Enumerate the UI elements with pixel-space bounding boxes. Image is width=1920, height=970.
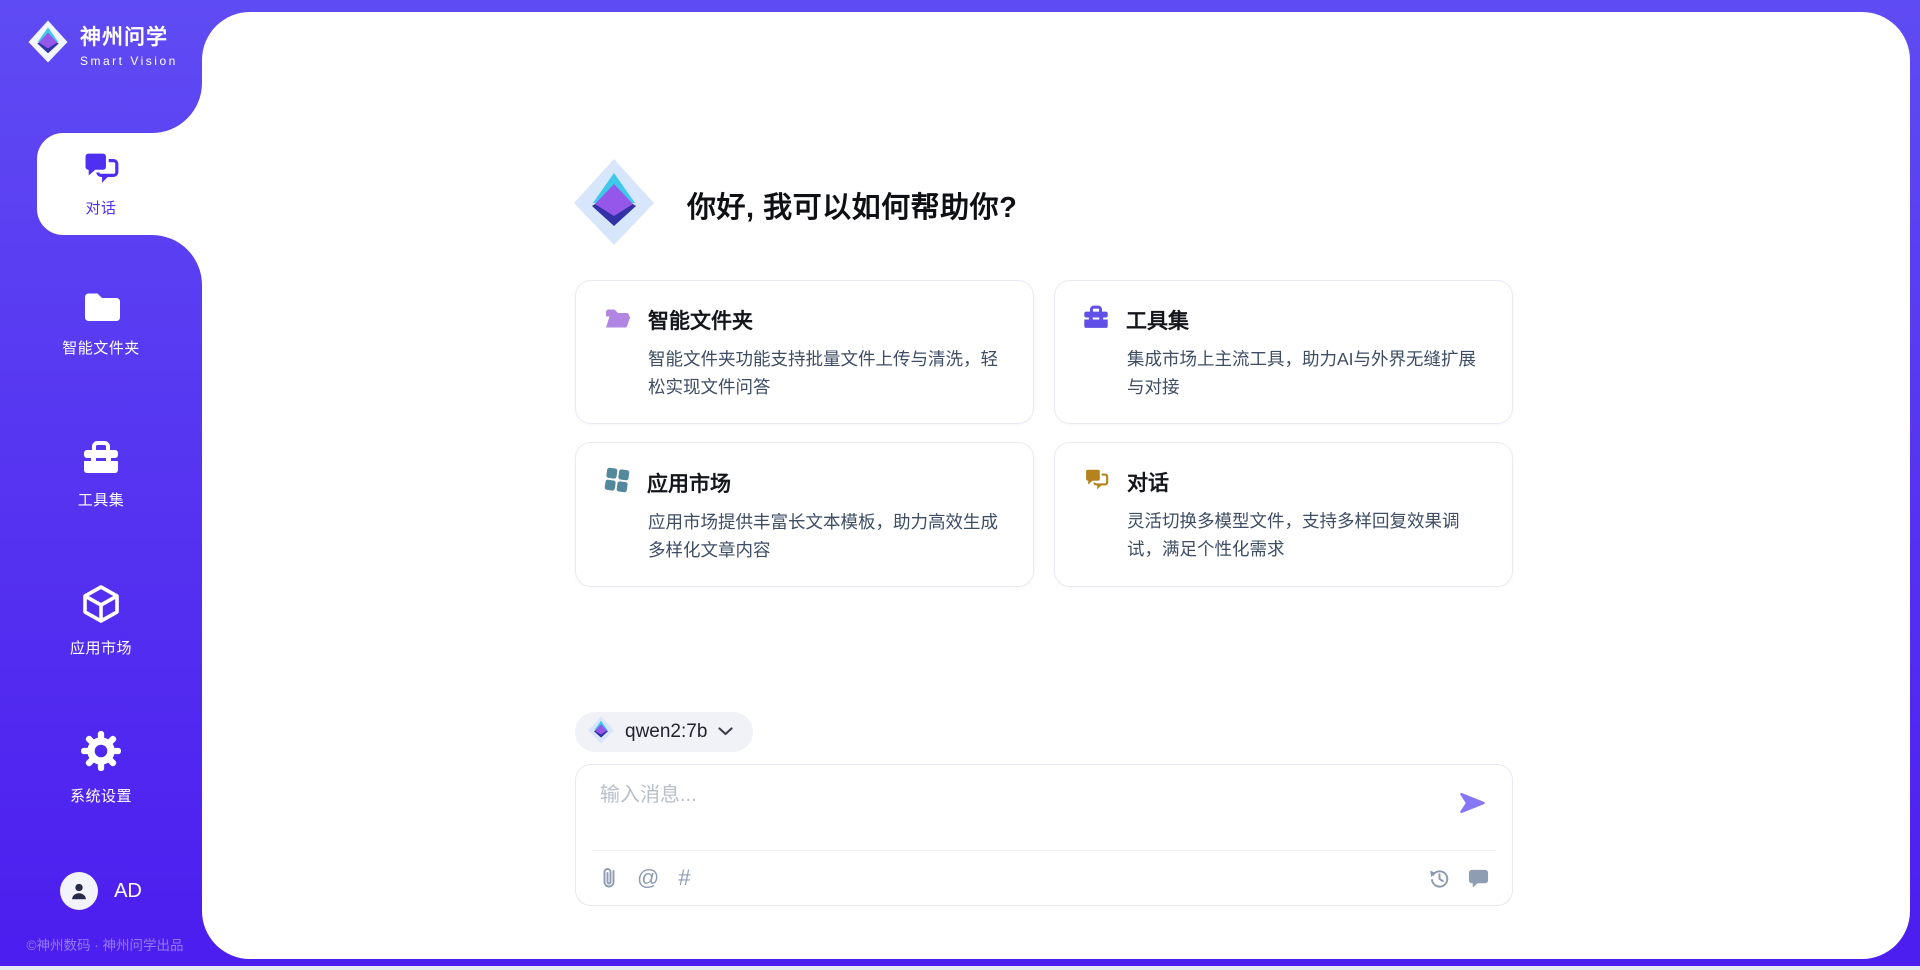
composer-toolbar: @ # bbox=[600, 851, 1490, 905]
sidebar-footer: ©神州数码 · 神州问学出品 bbox=[0, 934, 210, 954]
chat-icon bbox=[1083, 467, 1110, 497]
sidebar-item-toolset[interactable]: 工具集 bbox=[0, 440, 202, 510]
hashtag-icon[interactable]: # bbox=[678, 867, 690, 889]
folder-icon bbox=[81, 288, 121, 328]
brand-logo-gem-icon bbox=[28, 20, 68, 68]
sidebar-item-label: 对话 bbox=[85, 197, 116, 218]
send-icon[interactable] bbox=[1459, 791, 1486, 820]
folder-open-icon bbox=[604, 306, 631, 335]
card-description: 灵活切换多模型文件，支持多样回复效果调试，满足个性化需求 bbox=[1127, 507, 1488, 563]
model-selector[interactable]: qwen2:7b bbox=[575, 712, 753, 752]
card-description: 智能文件夹功能支持批量文件上传与清洗，轻松实现文件问答 bbox=[648, 345, 1009, 401]
model-gem-icon bbox=[588, 716, 614, 749]
message-composer: @ # bbox=[575, 764, 1513, 906]
mention-icon[interactable]: @ bbox=[637, 867, 659, 889]
sidebar-item-label: 系统设置 bbox=[70, 785, 132, 806]
sidebar-item-label: 智能文件夹 bbox=[62, 337, 140, 358]
bottom-edge-strip bbox=[0, 966, 1920, 970]
card-title: 工具集 bbox=[1126, 305, 1189, 335]
card-title: 智能文件夹 bbox=[648, 305, 753, 335]
card-chat[interactable]: 对话 灵活切换多模型文件，支持多样回复效果调试，满足个性化需求 bbox=[1054, 442, 1513, 587]
sidebar-item-smart-folder[interactable]: 智能文件夹 bbox=[0, 288, 202, 358]
card-smart-folder[interactable]: 智能文件夹 智能文件夹功能支持批量文件上传与清洗，轻松实现文件问答 bbox=[575, 280, 1034, 424]
tab-scoop-top bbox=[152, 83, 202, 133]
tab-scoop-bottom bbox=[152, 235, 202, 285]
chat-icon bbox=[81, 150, 121, 190]
gear-icon bbox=[80, 730, 122, 776]
grid-icon bbox=[604, 467, 630, 498]
avatar bbox=[60, 872, 98, 910]
card-description: 应用市场提供丰富长文本模板，助力高效生成多样化文章内容 bbox=[648, 508, 1009, 564]
card-title: 对话 bbox=[1127, 467, 1169, 497]
toolbox-icon bbox=[1083, 305, 1109, 335]
chevron-down-icon bbox=[718, 723, 733, 741]
message-input[interactable] bbox=[600, 778, 1442, 840]
sidebar-item-label: 应用市场 bbox=[70, 637, 132, 658]
sidebar-item-app-market[interactable]: 应用市场 bbox=[0, 584, 202, 658]
model-name: qwen2:7b bbox=[625, 721, 707, 743]
card-app-market[interactable]: 应用市场 应用市场提供丰富长文本模板，助力高效生成多样化文章内容 bbox=[575, 442, 1034, 587]
user-account[interactable]: AD bbox=[0, 872, 202, 910]
assistant-gem-icon bbox=[573, 158, 655, 251]
sidebar-item-label: 工具集 bbox=[78, 489, 125, 510]
sidebar-item-chat[interactable]: 对话 bbox=[0, 133, 202, 235]
brand-name: 神州问学 bbox=[80, 21, 178, 51]
user-name: AD bbox=[114, 880, 142, 903]
cube-icon bbox=[81, 584, 121, 628]
card-toolset[interactable]: 工具集 集成市场上主流工具，助力AI与外界无缝扩展与对接 bbox=[1054, 280, 1513, 424]
card-description: 集成市场上主流工具，助力AI与外界无缝扩展与对接 bbox=[1127, 345, 1488, 401]
sidebar-item-settings[interactable]: 系统设置 bbox=[0, 730, 202, 806]
history-icon[interactable] bbox=[1428, 867, 1451, 890]
card-title: 应用市场 bbox=[647, 468, 731, 498]
feature-cards: 智能文件夹 智能文件夹功能支持批量文件上传与清洗，轻松实现文件问答 工具集 集成… bbox=[575, 280, 1513, 587]
brand-subtitle: Smart Vision bbox=[80, 54, 178, 68]
greeting-text: 你好, 我可以如何帮助你? bbox=[687, 184, 1017, 226]
message-bubble-icon[interactable] bbox=[1467, 867, 1490, 889]
brand: 神州问学 Smart Vision bbox=[28, 20, 178, 68]
toolbox-icon bbox=[81, 440, 121, 480]
greeting: 你好, 我可以如何帮助你? bbox=[573, 158, 1017, 251]
attachment-icon[interactable] bbox=[600, 866, 618, 890]
